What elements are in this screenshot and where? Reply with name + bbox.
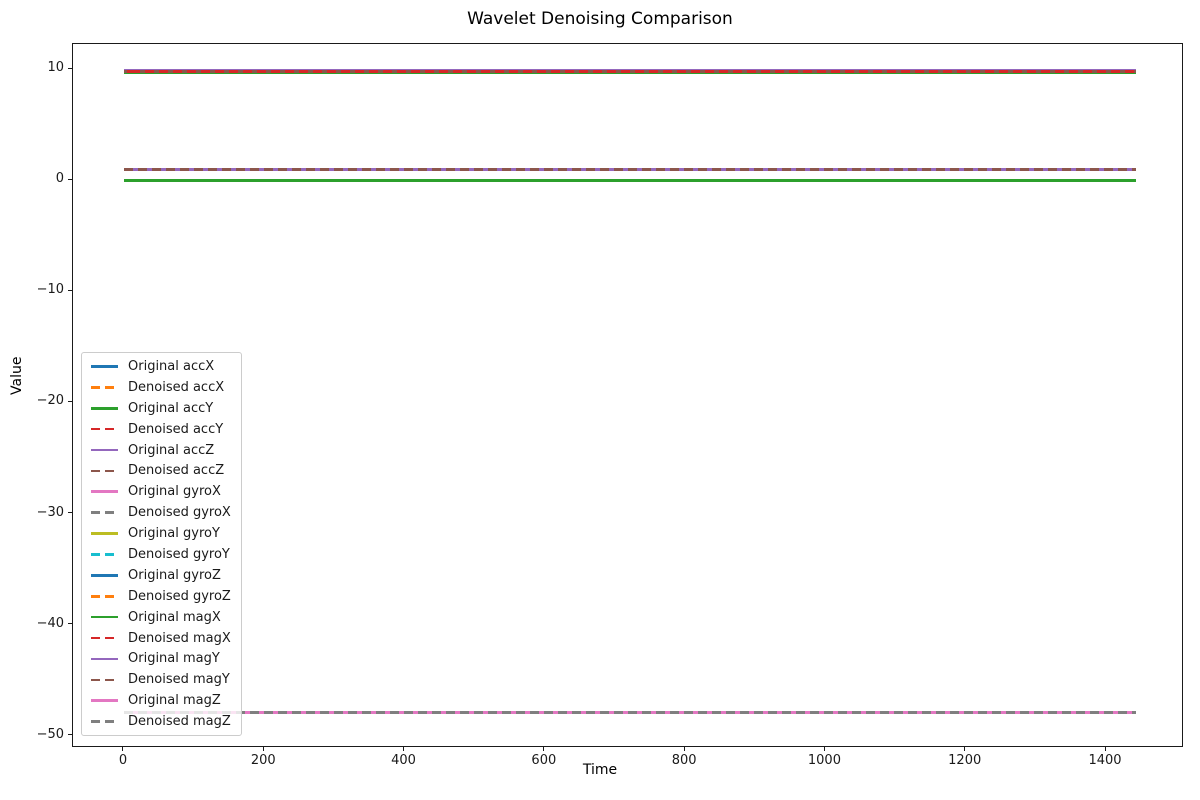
y-tick-mark xyxy=(68,179,72,180)
legend-solid-line-sample xyxy=(91,449,118,452)
legend-entry-label: Denoised accY xyxy=(128,423,223,436)
legend-entry-label: Denoised gyroZ xyxy=(128,590,231,603)
denoised-line xyxy=(124,168,1136,171)
legend-dashed-line-sample xyxy=(91,553,118,556)
legend-entry-label: Original magZ xyxy=(128,694,221,707)
x-tick-mark xyxy=(1105,747,1106,751)
y-tick-mark xyxy=(68,290,72,291)
y-tick-mark xyxy=(68,623,72,624)
legend-entry-label: Denoised accX xyxy=(128,381,224,394)
legend-entry-label: Denoised gyroY xyxy=(128,548,230,561)
legend-dashed-line-sample xyxy=(91,595,118,598)
legend-solid-line-sample xyxy=(91,490,118,493)
legend-entry-label: Denoised accZ xyxy=(128,464,224,477)
legend-entry-label: Original accX xyxy=(128,360,214,373)
x-tick-mark xyxy=(543,747,544,751)
legend-entry-label: Original gyroX xyxy=(128,485,221,498)
legend-entry: Original gyroZ xyxy=(91,565,237,586)
legend-dashed-line-sample xyxy=(91,428,118,431)
legend-solid-line-sample xyxy=(91,532,118,535)
legend-solid-line-sample xyxy=(91,616,118,619)
legend-entry: Denoised magY xyxy=(91,669,237,690)
legend-solid-line-sample xyxy=(91,407,118,410)
legend-entry-label: Denoised magX xyxy=(128,632,231,645)
legend-entry: Original gyroX xyxy=(91,481,237,502)
y-tick-label: −30 xyxy=(9,505,64,521)
x-tick-mark xyxy=(263,747,264,751)
denoised-line xyxy=(124,70,1136,73)
legend-dashed-line-sample xyxy=(91,470,118,473)
legend-dashed-line-sample xyxy=(91,720,118,723)
legend-dashed-line-sample xyxy=(91,511,118,514)
legend-entry: Denoised accY xyxy=(91,419,237,440)
legend-dashed-line-sample xyxy=(91,637,118,640)
y-tick-label: −10 xyxy=(9,282,64,298)
x-axis-label: Time xyxy=(0,762,1200,778)
y-tick-mark xyxy=(68,68,72,69)
legend-solid-line-sample xyxy=(91,365,118,368)
legend-entry: Denoised accX xyxy=(91,377,237,398)
legend-entry-label: Original magX xyxy=(128,611,221,624)
legend-entry: Denoised gyroZ xyxy=(91,586,237,607)
chart-title: Wavelet Denoising Comparison xyxy=(0,9,1200,29)
y-tick-label: 0 xyxy=(9,171,64,187)
x-tick-mark xyxy=(824,747,825,751)
x-tick-mark xyxy=(684,747,685,751)
legend-entry: Denoised accZ xyxy=(91,460,237,481)
y-tick-label: −50 xyxy=(9,727,64,743)
legend-entry-label: Original gyroY xyxy=(128,527,220,540)
legend-solid-line-sample xyxy=(91,699,118,702)
x-tick-mark xyxy=(122,747,123,751)
legend-entry-label: Denoised magY xyxy=(128,673,230,686)
y-tick-label: −20 xyxy=(9,393,64,409)
legend-entry: Denoised gyroY xyxy=(91,544,237,565)
denoised-line xyxy=(124,711,1136,714)
legend-entry: Original accZ xyxy=(91,440,237,461)
legend-entry: Original magY xyxy=(91,648,237,669)
legend-entry: Denoised magX xyxy=(91,628,237,649)
legend-entry: Original gyroY xyxy=(91,523,237,544)
legend-entry: Original magZ xyxy=(91,690,237,711)
figure: Wavelet Denoising Comparison Value 02004… xyxy=(0,0,1200,800)
legend-entry-label: Original gyroZ xyxy=(128,569,221,582)
legend-entry: Original magX xyxy=(91,607,237,628)
legend-dashed-line-sample xyxy=(91,679,118,682)
original-line xyxy=(124,179,1136,182)
y-tick-label: 10 xyxy=(9,60,64,76)
y-tick-mark xyxy=(68,734,72,735)
legend-entry-label: Denoised gyroX xyxy=(128,506,231,519)
legend-entry-label: Denoised magZ xyxy=(128,715,231,728)
x-tick-mark xyxy=(403,747,404,751)
legend-entry: Denoised magZ xyxy=(91,711,237,732)
legend-dashed-line-sample xyxy=(91,386,118,389)
y-tick-mark xyxy=(68,401,72,402)
legend-entry-label: Original magY xyxy=(128,652,220,665)
legend-entry: Denoised gyroX xyxy=(91,502,237,523)
legend-entry-label: Original accZ xyxy=(128,444,214,457)
legend-entry: Original accY xyxy=(91,398,237,419)
legend-solid-line-sample xyxy=(91,574,118,577)
legend-entry-label: Original accY xyxy=(128,402,213,415)
x-tick-mark xyxy=(964,747,965,751)
legend-solid-line-sample xyxy=(91,658,118,661)
y-tick-label: −40 xyxy=(9,616,64,632)
y-tick-mark xyxy=(68,512,72,513)
legend: Original accX Denoised accX Original accY D… xyxy=(81,352,242,736)
legend-entry: Original accX xyxy=(91,356,237,377)
